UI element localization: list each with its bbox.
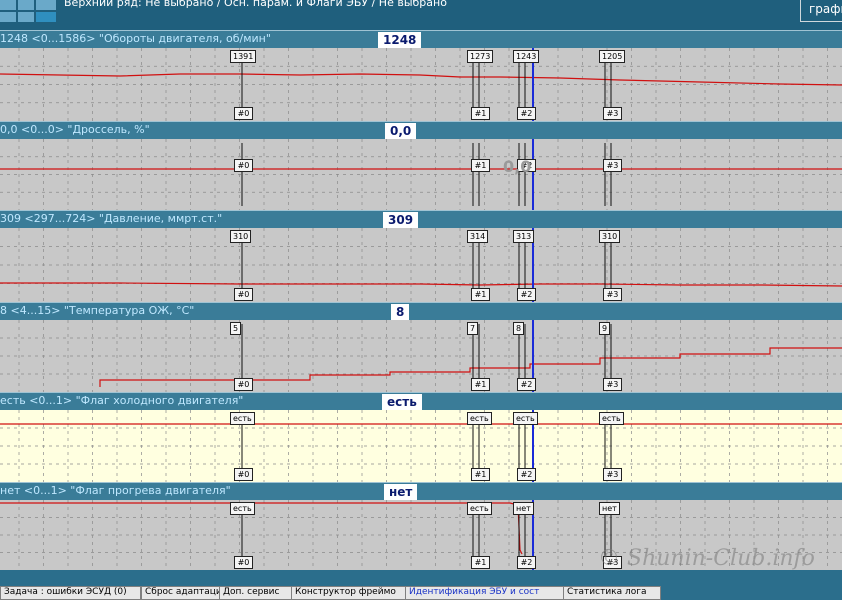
top-bar: Верхний ряд: Не выбрано / Осн. парам. и … <box>0 0 842 30</box>
channel-plot[interactable]: есть #0 есть #1 есть #2 есть #3 <box>0 410 842 482</box>
marker-value: 314 <box>467 230 489 243</box>
marker-id[interactable]: #1 <box>471 378 490 391</box>
channel-header: нет <0...1> "Флаг прогрева двигателя" нет <box>0 482 842 500</box>
marker-id[interactable]: #2 <box>517 107 536 120</box>
channel-current-value: нет <box>384 484 418 500</box>
channel-plot[interactable]: 1391 #0 1273 #1 1243 #2 1205 #3 <box>0 48 842 121</box>
channel-label: 0,0 <0...0> "Дроссель, %" <box>0 123 150 136</box>
marker-value: 310 <box>599 230 621 243</box>
marker-id[interactable]: #3 <box>603 159 622 172</box>
channel-label: 309 <297...724> "Давление, ммрт.ст." <box>0 212 223 225</box>
marker-value: 1273 <box>467 50 494 63</box>
tab-errors[interactable]: Задача : ошибки ЭСУД (0) <box>0 586 141 600</box>
marker-id[interactable]: #3 <box>603 288 622 301</box>
marker-value: есть <box>467 502 492 515</box>
marker-id[interactable]: #2 <box>517 378 536 391</box>
marker-value: 5 <box>230 322 242 335</box>
channel-label: нет <0...1> "Флаг прогрева двигателя" <box>0 484 231 497</box>
channel-label: 8 <4...15> "Температура ОЖ, °С" <box>0 304 195 317</box>
channel-label: есть <0...1> "Флаг холодного двигателя" <box>0 394 244 407</box>
marker-value: есть <box>230 412 255 425</box>
channel-header: 309 <297...724> "Давление, ммрт.ст." 309 <box>0 210 842 228</box>
marker-id[interactable]: #2 <box>517 468 536 481</box>
channel-plot[interactable]: 310 #0 314 #1 313 #2 310 #3 <box>0 228 842 302</box>
channel-label: 1248 <0...1586> "Обороты двигателя, об/м… <box>0 32 271 45</box>
channel-4: есть <0...1> "Флаг холодного двигателя" е… <box>0 392 842 482</box>
marker-id[interactable]: #1 <box>471 288 490 301</box>
marker-id[interactable]: #0 <box>234 288 253 301</box>
channel-header: 1248 <0...1586> "Обороты двигателя, об/м… <box>0 30 842 48</box>
channel-2: 309 <297...724> "Давление, ммрт.ст." 309 3… <box>0 210 842 302</box>
channel-graph <box>0 228 842 302</box>
tab-frame-builder[interactable]: Конструктор фреймо <box>291 586 407 600</box>
marker-id[interactable]: #1 <box>471 107 490 120</box>
marker-value: нет <box>513 502 534 515</box>
marker-value: 1243 <box>513 50 540 63</box>
signal-trace <box>0 73 842 86</box>
marker-id[interactable]: #0 <box>234 468 253 481</box>
channel-graph <box>0 48 842 121</box>
marker-value: 310 <box>230 230 252 243</box>
channel-0: 1248 <0...1586> "Обороты двигателя, об/м… <box>0 30 842 121</box>
marker-id[interactable]: #2 <box>517 556 536 569</box>
channel-current-value: 309 <box>383 212 419 228</box>
bottom-tabs: Задача : ошибки ЭСУД (0) Сброс адаптаци … <box>0 584 842 600</box>
channel-3: 8 <4...15> "Температура ОЖ, °С" 8 5 #0 7 #1 8 #… <box>0 302 842 392</box>
marker-value: 1391 <box>230 50 257 63</box>
marker-value: 7 <box>467 322 479 335</box>
marker-id[interactable]: #1 <box>471 159 490 172</box>
app-logo-icon <box>0 0 56 22</box>
channel-graph <box>0 320 842 392</box>
cursor-readout: 0,0 <box>503 157 532 176</box>
channel-graph <box>0 410 842 482</box>
marker-value: 313 <box>513 230 535 243</box>
tab-extra-service[interactable]: Доп. сервис <box>219 586 293 600</box>
marker-id[interactable]: #0 <box>234 378 253 391</box>
signal-trace <box>0 502 523 555</box>
marker-id[interactable]: #0 <box>234 107 253 120</box>
graph-button[interactable]: графи <box>800 0 842 22</box>
channel-current-value: есть <box>382 394 422 410</box>
watermark: © Shunin-Club.info <box>598 546 815 571</box>
tab-adaptation-reset[interactable]: Сброс адаптаци <box>141 586 221 600</box>
marker-id[interactable]: #3 <box>603 378 622 391</box>
marker-id[interactable]: #2 <box>517 288 536 301</box>
channel-1: 0,0 <0...0> "Дроссель, %" 0,0 #0 #1 #2 #3 0,0 <box>0 121 842 210</box>
channel-header: 8 <4...15> "Температура ОЖ, °С" 8 <box>0 302 842 320</box>
channel-current-value: 0,0 <box>385 123 417 139</box>
marker-id[interactable]: #3 <box>603 107 622 120</box>
marker-id[interactable]: #0 <box>234 556 253 569</box>
marker-value: 1205 <box>599 50 626 63</box>
marker-id[interactable]: #3 <box>603 468 622 481</box>
channel-current-value: 1248 <box>378 32 422 48</box>
channel-plot[interactable]: 5 #0 7 #1 8 #2 9 #3 <box>0 320 842 392</box>
tab-log-statistics[interactable]: Статистика лога <box>563 586 661 600</box>
marker-value: есть <box>467 412 492 425</box>
channel-graph <box>0 139 842 210</box>
marker-value: 9 <box>599 322 611 335</box>
marker-value: 8 <box>513 322 525 335</box>
marker-value: есть <box>230 502 255 515</box>
channel-header: 0,0 <0...0> "Дроссель, %" 0,0 <box>0 121 842 139</box>
channel-header: есть <0...1> "Флаг холодного двигателя" е… <box>0 392 842 410</box>
channel-current-value: 8 <box>391 304 410 320</box>
marker-value: есть <box>513 412 538 425</box>
marker-value: нет <box>599 502 620 515</box>
channel-plot[interactable]: #0 #1 #2 #3 0,0 <box>0 139 842 210</box>
marker-value: есть <box>599 412 624 425</box>
marker-id[interactable]: #0 <box>234 159 253 172</box>
tab-ecu-identification[interactable]: Идентификация ЭБУ и сост <box>405 586 565 600</box>
marker-id[interactable]: #1 <box>471 468 490 481</box>
page-title: Верхний ряд: Не выбрано / Осн. парам. и … <box>64 0 447 9</box>
marker-id[interactable]: #1 <box>471 556 490 569</box>
